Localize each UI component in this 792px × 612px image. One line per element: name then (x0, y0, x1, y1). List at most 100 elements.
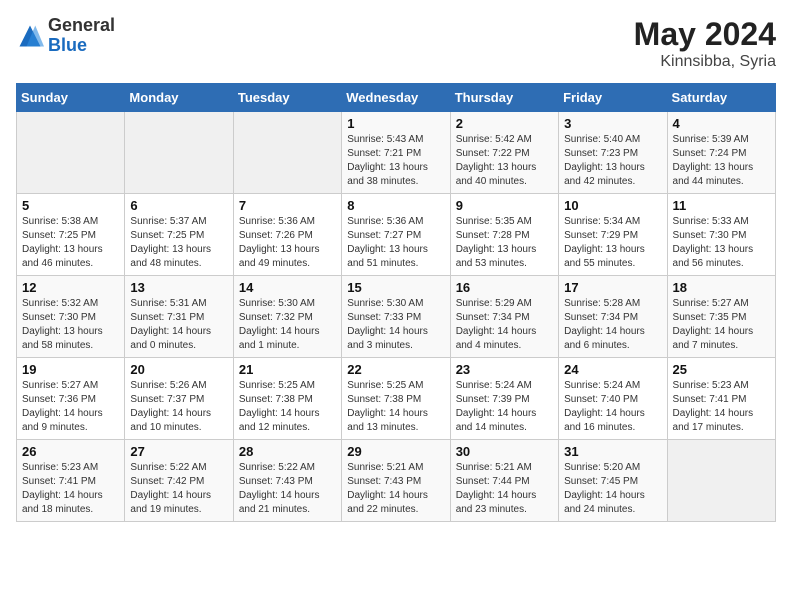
day-info: Sunrise: 5:38 AM Sunset: 7:25 PM Dayligh… (22, 215, 119, 271)
day-number: 28 (239, 444, 336, 459)
calendar-cell: 12Sunrise: 5:32 AM Sunset: 7:30 PM Dayli… (17, 276, 125, 358)
calendar-cell: 15 Sunrise: 5:30 AM Sunset: 7:33 PM Dayli… (342, 276, 450, 358)
calendar-cell: 25 Sunrise: 5:23 AM Sunset: 7:41 PM Dayli… (667, 358, 775, 440)
day-info: Sunrise: 5:21 AM Sunset: 7:44 PM Dayligh… (456, 461, 553, 517)
day-info: Sunrise: 5:22 AM Sunset: 7:42 PM Dayligh… (130, 461, 227, 517)
day-info: Sunrise: 5:25 AM Sunset: 7:38 PM Dayligh… (347, 379, 444, 435)
day-number: 23 (456, 362, 553, 377)
calendar-cell: 6Sunrise: 5:37 AM Sunset: 7:25 PM Daylig… (125, 194, 233, 276)
page-header: General Blue May 2024 Kinnsibba, Syria (16, 16, 776, 71)
day-number: 20 (130, 362, 227, 377)
day-number: 26 (22, 444, 119, 459)
calendar-cell: 5 Sunrise: 5:38 AM Sunset: 7:25 PM Daylig… (17, 194, 125, 276)
day-info: Sunrise: 5:25 AM Sunset: 7:38 PM Dayligh… (239, 379, 336, 435)
calendar-cell: 1 Sunrise: 5:43 AM Sunset: 7:21 PM Daylig… (342, 112, 450, 194)
day-number: 7 (239, 198, 336, 213)
day-info: Sunrise: 5:21 AM Sunset: 7:43 PM Dayligh… (347, 461, 444, 517)
day-number: 15 (347, 280, 444, 295)
weekday-header-sunday: Sunday (17, 84, 125, 112)
calendar-cell: 31 Sunrise: 5:20 AM Sunset: 7:45 PM Dayli… (559, 440, 667, 522)
day-number: 2 (456, 116, 553, 131)
day-info: Sunrise: 5:36 AM Sunset: 7:26 PM Dayligh… (239, 215, 336, 271)
logo-blue: Blue (48, 36, 115, 56)
day-info: Sunrise: 5:34 AM Sunset: 7:29 PM Dayligh… (564, 215, 661, 271)
day-number: 8 (347, 198, 444, 213)
day-info: Sunrise: 5:27 AM Sunset: 7:35 PM Dayligh… (673, 297, 770, 353)
day-info: Sunrise: 5:31 AM Sunset: 7:31 PM Dayligh… (130, 297, 227, 353)
day-number: 3 (564, 116, 661, 131)
day-info: Sunrise: 5:32 AM Sunset: 7:30 PM Dayligh… (22, 297, 119, 353)
calendar-cell: 18 Sunrise: 5:27 AM Sunset: 7:35 PM Dayli… (667, 276, 775, 358)
day-number: 5 (22, 198, 119, 213)
calendar-cell: 16 Sunrise: 5:29 AM Sunset: 7:34 PM Dayli… (450, 276, 558, 358)
title-block: May 2024 Kinnsibba, Syria (634, 16, 776, 71)
day-info: Sunrise: 5:23 AM Sunset: 7:41 PM Dayligh… (673, 379, 770, 435)
calendar-cell: 8Sunrise: 5:36 AM Sunset: 7:27 PM Daylig… (342, 194, 450, 276)
week-row-3: 12Sunrise: 5:32 AM Sunset: 7:30 PM Dayli… (17, 276, 776, 358)
day-info: Sunrise: 5:33 AM Sunset: 7:30 PM Dayligh… (673, 215, 770, 271)
logo-general: General (48, 16, 115, 36)
calendar-cell: 9 Sunrise: 5:35 AM Sunset: 7:28 PM Daylig… (450, 194, 558, 276)
day-info: Sunrise: 5:24 AM Sunset: 7:40 PM Dayligh… (564, 379, 661, 435)
day-info: Sunrise: 5:22 AM Sunset: 7:43 PM Dayligh… (239, 461, 336, 517)
day-number: 25 (673, 362, 770, 377)
calendar-cell (125, 112, 233, 194)
day-number: 30 (456, 444, 553, 459)
calendar-cell: 2 Sunrise: 5:42 AM Sunset: 7:22 PM Daylig… (450, 112, 558, 194)
day-number: 13 (130, 280, 227, 295)
weekday-header-monday: Monday (125, 84, 233, 112)
week-row-4: 19Sunrise: 5:27 AM Sunset: 7:36 PM Dayli… (17, 358, 776, 440)
weekday-header-saturday: Saturday (667, 84, 775, 112)
day-number: 24 (564, 362, 661, 377)
calendar-cell: 19Sunrise: 5:27 AM Sunset: 7:36 PM Dayli… (17, 358, 125, 440)
day-number: 4 (673, 116, 770, 131)
day-info: Sunrise: 5:35 AM Sunset: 7:28 PM Dayligh… (456, 215, 553, 271)
day-info: Sunrise: 5:20 AM Sunset: 7:45 PM Dayligh… (564, 461, 661, 517)
weekday-header-thursday: Thursday (450, 84, 558, 112)
logo-icon (16, 22, 44, 50)
calendar-cell: 14Sunrise: 5:30 AM Sunset: 7:32 PM Dayli… (233, 276, 341, 358)
day-number: 14 (239, 280, 336, 295)
logo-text: General Blue (48, 16, 115, 56)
week-row-2: 5 Sunrise: 5:38 AM Sunset: 7:25 PM Daylig… (17, 194, 776, 276)
day-info: Sunrise: 5:26 AM Sunset: 7:37 PM Dayligh… (130, 379, 227, 435)
day-info: Sunrise: 5:29 AM Sunset: 7:34 PM Dayligh… (456, 297, 553, 353)
day-info: Sunrise: 5:27 AM Sunset: 7:36 PM Dayligh… (22, 379, 119, 435)
day-number: 1 (347, 116, 444, 131)
day-number: 11 (673, 198, 770, 213)
calendar-cell: 20 Sunrise: 5:26 AM Sunset: 7:37 PM Dayli… (125, 358, 233, 440)
day-info: Sunrise: 5:37 AM Sunset: 7:25 PM Dayligh… (130, 215, 227, 271)
day-number: 22 (347, 362, 444, 377)
calendar-cell: 10Sunrise: 5:34 AM Sunset: 7:29 PM Dayli… (559, 194, 667, 276)
week-row-5: 26Sunrise: 5:23 AM Sunset: 7:41 PM Dayli… (17, 440, 776, 522)
day-number: 29 (347, 444, 444, 459)
day-number: 17 (564, 280, 661, 295)
calendar-cell (667, 440, 775, 522)
day-info: Sunrise: 5:42 AM Sunset: 7:22 PM Dayligh… (456, 133, 553, 189)
week-row-1: 1 Sunrise: 5:43 AM Sunset: 7:21 PM Daylig… (17, 112, 776, 194)
day-info: Sunrise: 5:30 AM Sunset: 7:33 PM Dayligh… (347, 297, 444, 353)
calendar-cell: 3 Sunrise: 5:40 AM Sunset: 7:23 PM Daylig… (559, 112, 667, 194)
day-number: 16 (456, 280, 553, 295)
calendar-cell: 21 Sunrise: 5:25 AM Sunset: 7:38 PM Dayli… (233, 358, 341, 440)
calendar-cell: 28 Sunrise: 5:22 AM Sunset: 7:43 PM Dayli… (233, 440, 341, 522)
day-info: Sunrise: 5:39 AM Sunset: 7:24 PM Dayligh… (673, 133, 770, 189)
weekday-header-wednesday: Wednesday (342, 84, 450, 112)
weekday-header-tuesday: Tuesday (233, 84, 341, 112)
day-number: 21 (239, 362, 336, 377)
calendar-cell: 26Sunrise: 5:23 AM Sunset: 7:41 PM Dayli… (17, 440, 125, 522)
calendar-cell (233, 112, 341, 194)
day-number: 31 (564, 444, 661, 459)
calendar-cell (17, 112, 125, 194)
day-info: Sunrise: 5:40 AM Sunset: 7:23 PM Dayligh… (564, 133, 661, 189)
weekday-header-friday: Friday (559, 84, 667, 112)
calendar-cell: 30 Sunrise: 5:21 AM Sunset: 7:44 PM Dayli… (450, 440, 558, 522)
day-number: 27 (130, 444, 227, 459)
day-info: Sunrise: 5:43 AM Sunset: 7:21 PM Dayligh… (347, 133, 444, 189)
day-info: Sunrise: 5:28 AM Sunset: 7:34 PM Dayligh… (564, 297, 661, 353)
calendar-table: SundayMondayTuesdayWednesdayThursdayFrid… (16, 83, 776, 522)
calendar-cell: 13 Sunrise: 5:31 AM Sunset: 7:31 PM Dayli… (125, 276, 233, 358)
calendar-cell: 27 Sunrise: 5:22 AM Sunset: 7:42 PM Dayli… (125, 440, 233, 522)
day-number: 18 (673, 280, 770, 295)
day-number: 9 (456, 198, 553, 213)
